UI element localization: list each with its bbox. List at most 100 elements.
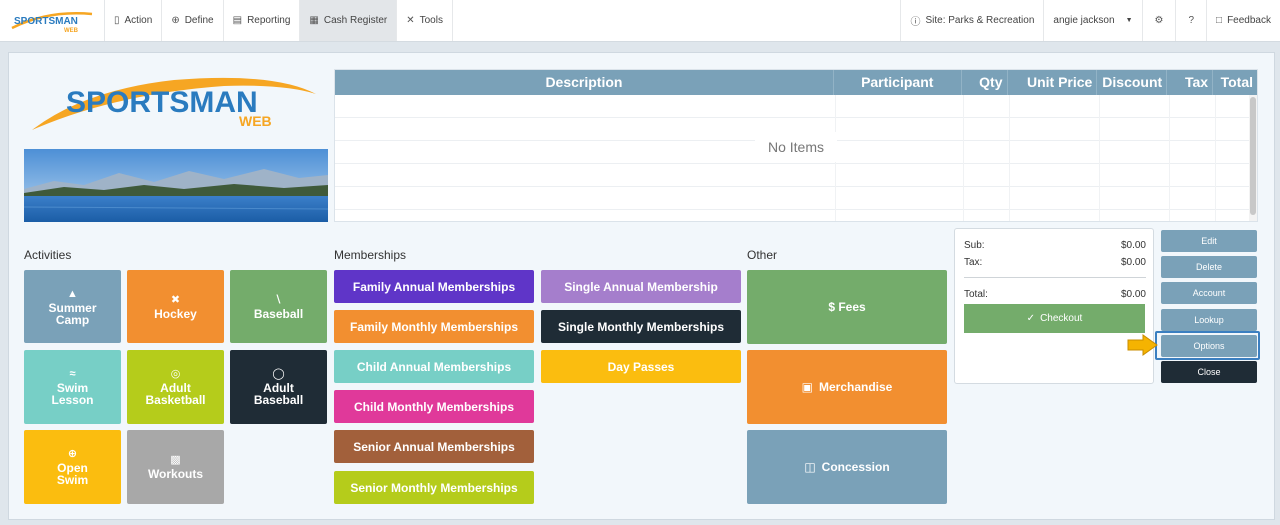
activity-workouts[interactable]: ▩ Workouts [127,430,224,504]
swim-icon: ≈ [69,368,76,380]
logo-name: SPORTSMAN [66,86,258,119]
tax-label: Tax: [964,257,983,268]
nav-reporting[interactable]: ▤ Reporting [224,0,301,41]
delete-button[interactable]: Delete [1161,256,1257,278]
other-fees-label: $ Fees [828,300,866,314]
col-divider [1009,95,1010,221]
nav-feedback-label: Feedback [1227,15,1271,26]
gear-icon: ⚙ [1154,15,1164,26]
other-concession[interactable]: ◫ Concession [747,430,947,504]
activities-heading: Activities [24,248,72,262]
other-fees[interactable]: $ Fees [747,270,947,344]
register-icon: ▦ [309,15,319,26]
activity-label: Summer [48,300,97,315]
pointer-arrow-icon [1127,334,1158,356]
logo-sub: WEB [239,113,272,129]
col-divider [1099,95,1100,221]
membership-family-monthly[interactable]: Family Monthly Memberships [334,310,534,343]
nav-tools-label: Tools [419,15,443,26]
nav-help[interactable]: ? [1176,0,1208,41]
membership-child-annual[interactable]: Child Annual Memberships [334,350,534,383]
activity-hockey[interactable]: ✖ Hockey [127,270,224,343]
close-button[interactable]: Close [1161,361,1257,383]
items-scrollbar-thumb[interactable] [1250,97,1256,215]
col-divider [963,95,964,221]
membership-single-annual[interactable]: Single Annual Membership [541,270,741,303]
checkout-label: Checkout [1040,313,1083,324]
other-heading: Other [747,248,778,262]
col-tax[interactable]: Tax [1167,70,1214,95]
membership-child-monthly[interactable]: Child Monthly Memberships [334,390,534,423]
logo-graphic-icon: SPORTSMAN WEB [32,77,316,130]
nav-site[interactable]: ⓘ Site: Parks & Recreation [900,0,1045,41]
nav-user-dropdown[interactable]: angie jackson ▼ [1044,0,1143,41]
other-merchandise[interactable]: ▣ Merchandise [747,350,947,424]
membership-single-monthly[interactable]: Single Monthly Memberships [541,310,741,343]
col-unit-price[interactable]: Unit Price [1008,70,1098,95]
col-description[interactable]: Description [335,70,834,95]
nav-define[interactable]: ⊕ Define [162,0,224,41]
dumbbell-icon: ▩ [170,454,181,466]
lookup-button[interactable]: Lookup [1161,309,1257,331]
check-icon: ✓ [1026,313,1036,324]
activity-baseball[interactable]: ∖ Baseball [230,270,327,343]
membership-senior-monthly[interactable]: Senior Monthly Memberships [334,471,534,504]
col-divider [1169,95,1170,221]
other-concession-label: Concession [821,460,890,474]
activity-label: Hockey [154,306,197,321]
activity-label: Baseball [253,393,304,407]
flashlight-icon: ▯ [114,15,120,26]
total-value: $0.00 [1120,289,1146,300]
col-discount[interactable]: Discount [1097,70,1168,95]
tax-row: Tax: $0.00 [964,257,1146,268]
activity-swim-lesson[interactable]: ≈ Swim Lesson [24,350,121,424]
edit-button[interactable]: Edit [1161,230,1257,252]
nav-action[interactable]: ▯ Action [105,0,163,41]
account-button[interactable]: Account [1161,282,1257,304]
nav-define-label: Define [184,15,214,26]
lake-mountain-image [24,149,328,222]
tent-icon: ▲ [67,287,78,300]
col-divider [1215,95,1216,221]
memberships-heading: Memberships [334,248,407,262]
membership-day-passes[interactable]: Day Passes [541,350,741,383]
col-participant[interactable]: Participant [834,70,962,95]
activity-open-swim[interactable]: ⊕ Open Swim [24,430,121,504]
activity-label: Baseball [253,306,304,321]
feedback-icon: □ [1216,15,1223,26]
ball-icon: ⊕ [67,448,78,460]
nav-cash-register[interactable]: ▦ Cash Register [300,0,398,41]
other-merchandise-label: Merchandise [818,380,893,394]
subtotal-row: Sub: $0.00 [964,240,1146,251]
nav-feedback[interactable]: □ Feedback [1207,0,1280,41]
activity-label: Workouts [147,467,204,481]
col-qty[interactable]: Qty [962,70,1008,95]
nav-settings[interactable]: ⚙ [1143,0,1177,41]
membership-family-annual[interactable]: Family Annual Memberships [334,270,534,303]
brand-name: SPORTSMAN [14,16,78,27]
activity-summer-camp[interactable]: ▲ Summer Camp [24,270,121,343]
nav-site-label: Site: Parks & Recreation [925,15,1035,26]
brand-sub: WEB [64,28,79,34]
nav-tools[interactable]: ✕ Tools [397,0,453,41]
baseball-bat-icon: ∖ [274,293,283,306]
nav-cash-register-label: Cash Register [323,15,388,26]
col-total[interactable]: Total [1213,70,1257,95]
activity-adult-basketball[interactable]: ◎ Adult Basketball [127,350,224,424]
membership-senior-annual[interactable]: Senior Annual Memberships [334,430,534,463]
nav-action-label: Action [124,15,153,26]
total-label: Total: [964,289,988,300]
info-icon: ⓘ [910,17,921,28]
items-table: Description Participant Qty Unit Price D… [334,69,1258,222]
sportsman-logo-icon: SPORTSMAN WEB [11,11,93,34]
document-icon: ▤ [232,15,243,26]
row-divider [335,186,1251,187]
total-row: Total: $0.00 [964,289,1146,300]
activity-label: Basketball [145,393,206,407]
totals-divider [964,277,1146,278]
checkout-button[interactable]: ✓ Checkout [964,304,1145,333]
brand-logo[interactable]: SPORTSMAN WEB [0,0,105,41]
basketball-icon: ◎ [170,368,181,380]
activity-adult-baseball[interactable]: ◯ Adult Baseball [230,350,327,424]
